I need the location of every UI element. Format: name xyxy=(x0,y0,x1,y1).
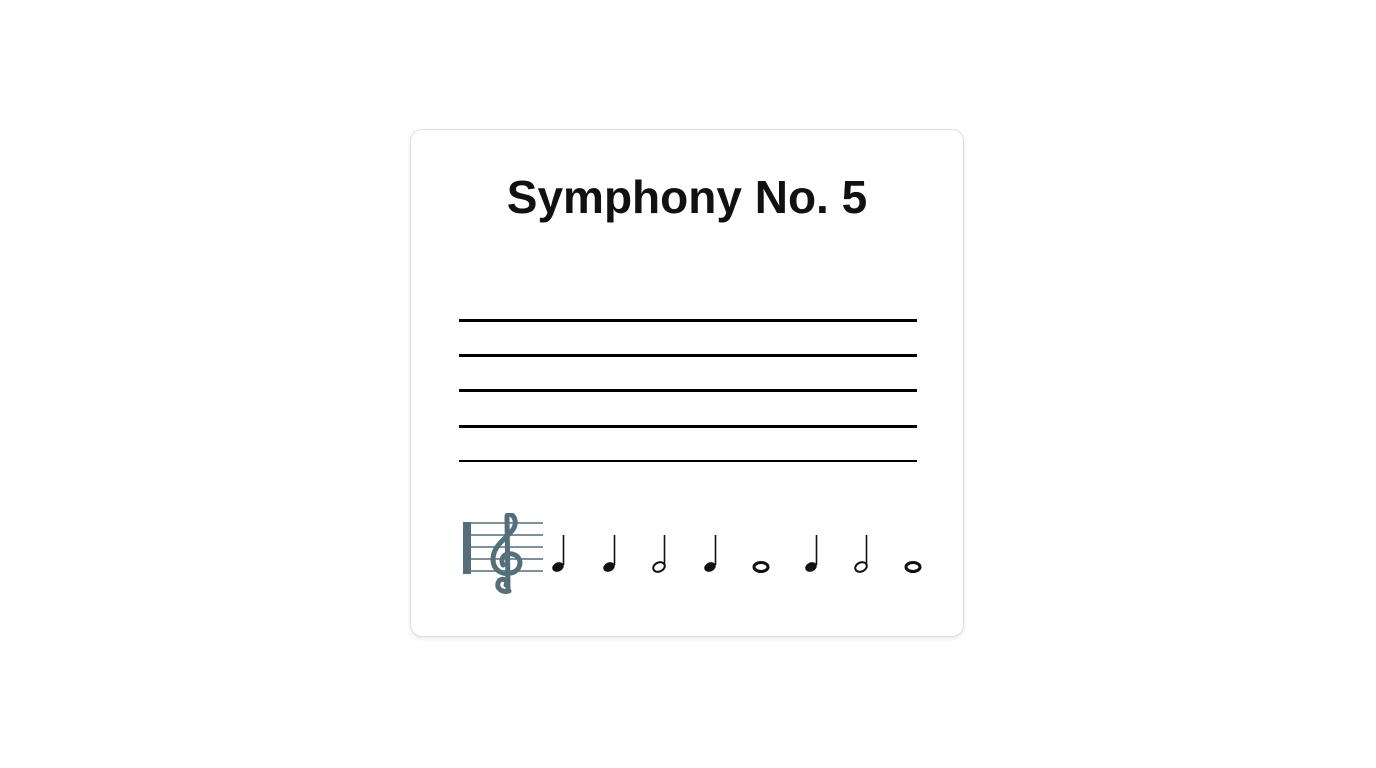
staff-line xyxy=(459,354,917,357)
half-note-icon xyxy=(652,535,666,573)
score-title: Symphony No. 5 xyxy=(506,171,868,223)
staff-line xyxy=(459,319,917,322)
quarter-note-icon xyxy=(703,535,716,572)
staff-line xyxy=(459,460,917,462)
quarter-note-icon xyxy=(552,535,565,572)
half-note-icon xyxy=(854,535,868,573)
note-sequence xyxy=(463,513,923,595)
staff-line xyxy=(459,425,917,428)
staff-line xyxy=(459,389,917,392)
score-card: Symphony No. 5 xyxy=(410,129,964,637)
quarter-note-icon xyxy=(804,535,817,572)
whole-note-icon xyxy=(904,561,921,573)
quarter-note-icon xyxy=(602,535,615,572)
whole-note-icon xyxy=(752,561,770,573)
music-staff xyxy=(459,319,917,465)
treble-clef-icon xyxy=(463,513,543,594)
